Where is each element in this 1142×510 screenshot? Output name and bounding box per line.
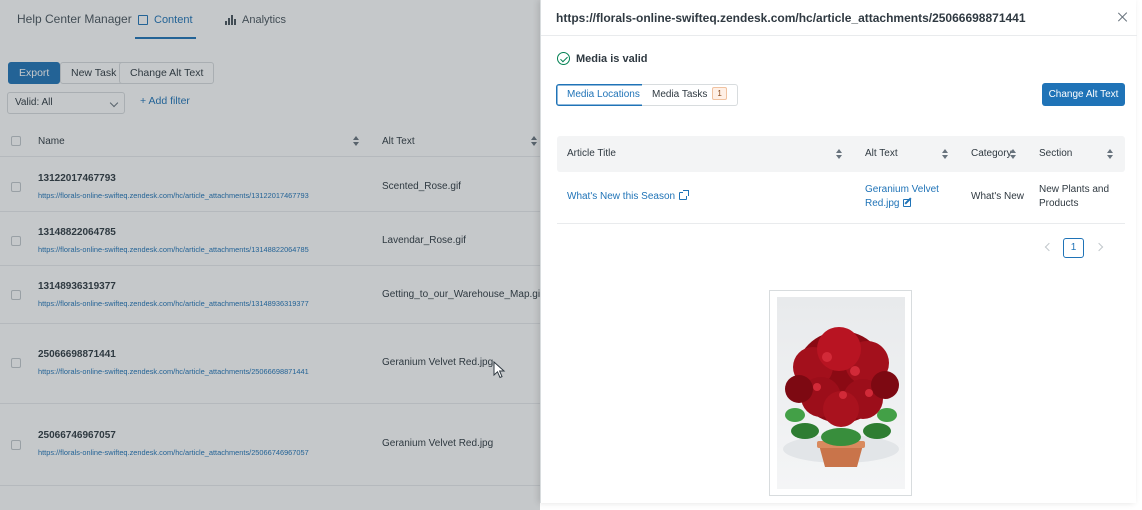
validation-status: Media is valid xyxy=(557,52,648,65)
close-icon[interactable] xyxy=(1117,11,1129,23)
sort-icon[interactable] xyxy=(1107,149,1113,159)
modal-title: https://florals-online-swifteq.zendesk.c… xyxy=(556,11,1026,25)
sort-icon[interactable] xyxy=(1010,149,1016,159)
mouse-cursor-icon xyxy=(493,361,506,379)
tab-media-tasks-label: Media Tasks xyxy=(652,89,708,100)
media-details-modal: https://florals-online-swifteq.zendesk.c… xyxy=(540,0,1137,503)
article-title-text: What's New this Season xyxy=(567,191,676,202)
tab-media-tasks[interactable]: Media Tasks 1 xyxy=(642,84,738,106)
media-preview xyxy=(769,290,912,496)
alt-text-cell[interactable]: Geranium Velvet Red.jpg xyxy=(865,183,939,211)
external-link-icon[interactable] xyxy=(679,190,690,200)
chevron-left-icon[interactable] xyxy=(1044,242,1054,252)
category-cell: What's New xyxy=(971,191,1025,202)
column-header-category[interactable]: Category xyxy=(971,148,1012,159)
tab-media-locations[interactable]: Media Locations xyxy=(556,84,651,106)
validation-status-text: Media is valid xyxy=(576,52,648,65)
table-row: What's New this Season Geranium Velvet R… xyxy=(557,172,1125,224)
section-line: Products xyxy=(1039,198,1079,209)
change-alt-text-button[interactable]: Change Alt Text xyxy=(1042,83,1125,106)
chevron-right-icon[interactable] xyxy=(1094,242,1104,252)
check-circle-icon xyxy=(557,52,570,65)
edit-icon[interactable] xyxy=(903,199,912,207)
alt-text-line: Red.jpg xyxy=(865,198,900,209)
locations-table-header: Article Title Alt Text Category Section xyxy=(557,136,1125,172)
sort-icon[interactable] xyxy=(836,149,842,159)
article-title-link[interactable]: What's New this Season xyxy=(567,190,690,204)
geranium-illustration xyxy=(783,327,899,467)
modal-header: https://florals-online-swifteq.zendesk.c… xyxy=(541,0,1137,36)
column-header-section[interactable]: Section xyxy=(1039,148,1072,159)
section-line: New Plants and xyxy=(1039,184,1110,195)
column-header-alt-text[interactable]: Alt Text xyxy=(865,148,898,159)
section-cell: New Plants and Products xyxy=(1039,183,1109,211)
column-header-article-title[interactable]: Article Title xyxy=(567,148,616,159)
geranium-image xyxy=(777,297,905,489)
media-tasks-count-badge: 1 xyxy=(712,87,727,100)
sort-icon[interactable] xyxy=(942,149,948,159)
modal-backdrop[interactable] xyxy=(0,0,540,510)
pagination-page-current[interactable]: 1 xyxy=(1063,238,1084,258)
alt-text-line: Geranium Velvet xyxy=(865,184,939,195)
